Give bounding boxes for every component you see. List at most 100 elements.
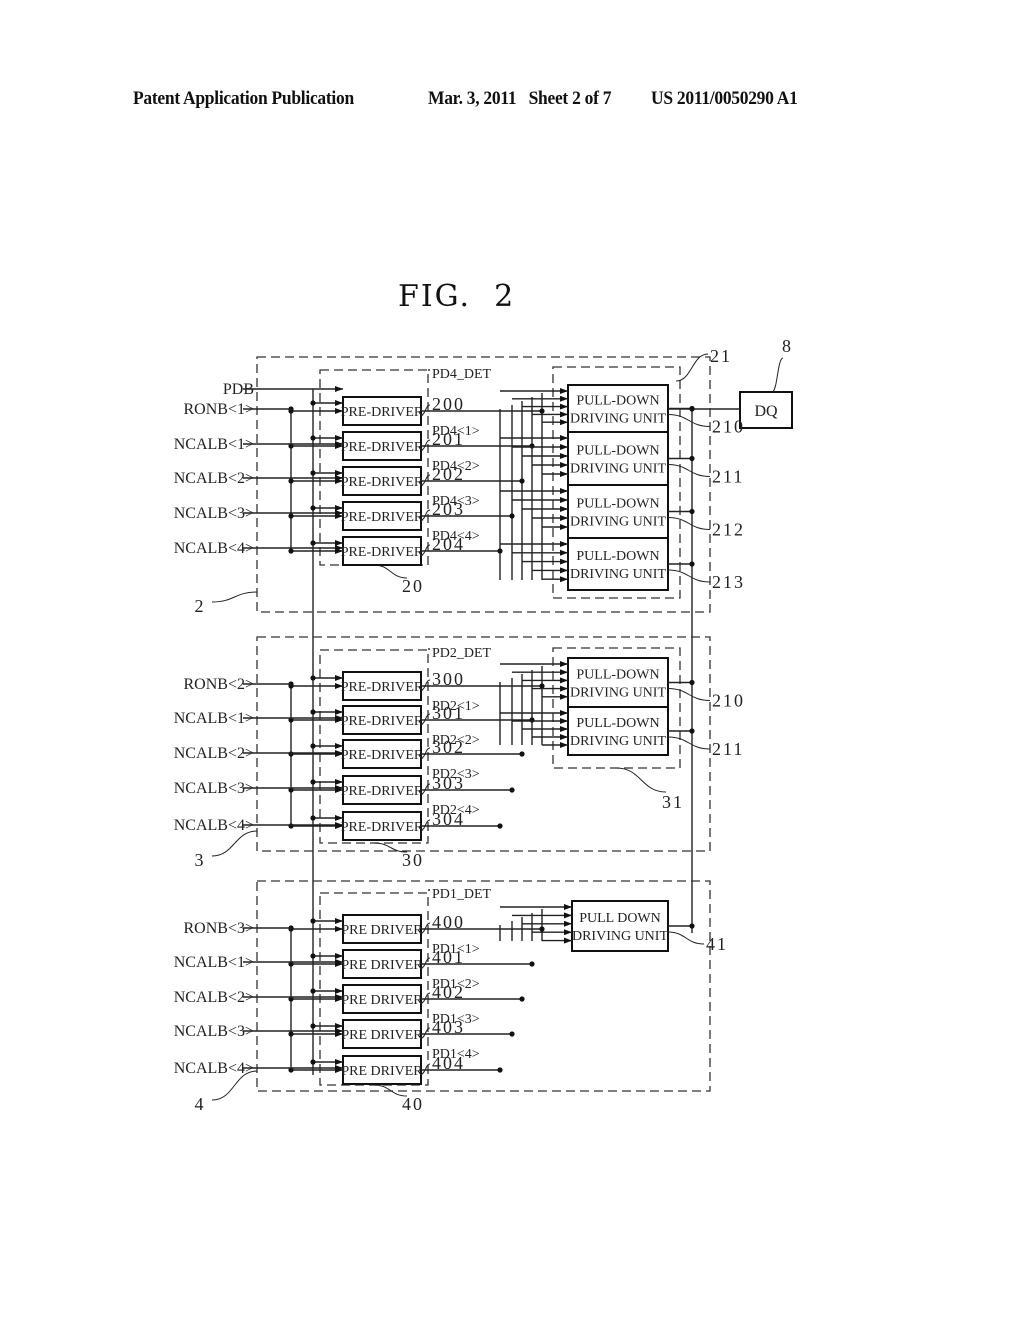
leader-pulldown <box>667 414 711 427</box>
junction-dot <box>288 1031 294 1037</box>
junction-dot <box>689 728 695 734</box>
junction-dot <box>689 508 695 515</box>
junction-dot <box>310 743 316 749</box>
ref-pulldown: 210 <box>712 417 745 437</box>
leader-pulldown-group <box>675 353 709 382</box>
input-label: NCALB<4> <box>174 1060 254 1077</box>
pulldown-label-line1: PULL-DOWN <box>576 668 659 683</box>
leader-block <box>211 830 258 857</box>
pd-signal-label: PD4<4> <box>432 529 480 544</box>
ref-predriver-group: 40 <box>402 1094 424 1114</box>
ref-pulldown: 210 <box>712 691 745 711</box>
ref-pulldown: 211 <box>712 739 744 759</box>
pulldown-label-line2: DRIVING UNIT <box>570 734 666 749</box>
junction-dot <box>689 561 695 567</box>
ref-pulldown: 212 <box>712 520 745 540</box>
predriver-label: PRE-DRIVER <box>341 680 424 695</box>
ref-pulldown-group: 21 <box>710 346 732 366</box>
input-label: NCALB<3> <box>174 780 254 797</box>
leader-pulldown-group <box>616 767 667 793</box>
figure-title: FIG. 2 <box>398 279 515 314</box>
junction-dot <box>310 1023 316 1029</box>
predriver-label: PRE DRIVER <box>341 1028 423 1043</box>
leader-pulldown <box>667 931 705 945</box>
input-label: NCALB<1> <box>174 710 254 727</box>
junction-dot <box>310 815 316 821</box>
junction-dot <box>310 953 316 959</box>
predriver-label: PRE-DRIVER <box>341 784 424 799</box>
ref-pulldown: 211 <box>712 467 744 487</box>
junction-dot <box>529 443 535 449</box>
input-label: NCALB<1> <box>174 436 254 453</box>
junction-dot <box>497 1067 503 1073</box>
predriver-label: PRE DRIVER <box>341 1064 423 1079</box>
ref-predriver-group: 30 <box>402 850 424 870</box>
junction-dot <box>689 679 695 686</box>
junction-dot <box>310 400 316 406</box>
junction-dot <box>689 923 695 929</box>
pulldown-unit-box <box>567 431 669 486</box>
ref-predriver-group: 20 <box>402 576 424 596</box>
pulldown-label-line2: DRIVING UNIT <box>570 412 666 427</box>
predriver-label: PRE-DRIVER <box>341 748 424 763</box>
predriver-label: PRE DRIVER <box>341 993 423 1008</box>
junction-dot <box>288 513 294 519</box>
det-label: PD4_DET <box>432 367 492 382</box>
pulldown-label-line1: PULL-DOWN <box>576 549 659 564</box>
junction-dot <box>288 751 294 757</box>
ref-block-3: 3 <box>195 850 206 870</box>
input-label: NCALB<2> <box>174 745 254 762</box>
junction-dot <box>310 988 316 994</box>
junction-dot <box>497 548 503 554</box>
ref-block-4: 4 <box>195 1094 206 1114</box>
input-label: NCALB<1> <box>174 954 254 971</box>
pd-signal-label: PD1<4> <box>432 1047 480 1062</box>
pulldown-unit-box <box>567 484 669 539</box>
pulldown-label-line2: DRIVING UNIT <box>570 515 666 530</box>
junction-dot <box>689 405 695 412</box>
junction-dot <box>310 470 316 476</box>
pulldown-label-line2: DRIVING UNIT <box>570 686 666 701</box>
pulldown-label-line1: PULL-DOWN <box>576 497 659 512</box>
junction-dot <box>509 513 515 519</box>
junction-dot <box>519 478 525 484</box>
pd-signal-label: PD4<2> <box>432 459 480 474</box>
dq-label: DQ <box>754 403 778 420</box>
ref-pulldown-group: 31 <box>662 792 684 812</box>
junction-dot <box>689 455 695 462</box>
pulldown-label-line1: PULL DOWN <box>579 911 661 926</box>
junction-dot <box>519 996 525 1002</box>
predriver-label: PRE DRIVER <box>341 958 423 973</box>
pulldown-label-line2: DRIVING UNIT <box>572 929 668 944</box>
junction-dot <box>310 709 316 715</box>
junction-dot <box>539 683 545 689</box>
junction-dot <box>529 961 535 967</box>
junction-dot <box>288 823 294 829</box>
leader-block <box>211 591 258 603</box>
input-label: NCALB<2> <box>174 989 254 1006</box>
junction-dot <box>497 823 503 829</box>
junction-dot <box>310 1059 316 1065</box>
pd-signal-label: PD1<1> <box>432 942 480 957</box>
junction-dot <box>529 717 535 723</box>
pd-signal-label: PD4<3> <box>432 494 480 509</box>
pd-signal-label: PD2<2> <box>432 733 480 748</box>
pulldown-unit-box <box>567 537 669 591</box>
det-label: PD1_DET <box>432 887 492 902</box>
pd-signal-label: PD2<1> <box>432 699 480 714</box>
ref-block-2: 2 <box>195 596 206 616</box>
junction-dot <box>288 926 294 932</box>
junction-dot <box>310 675 316 681</box>
pulldown-label-line2: DRIVING UNIT <box>570 567 666 582</box>
leader-pulldown <box>667 464 711 477</box>
pd-signal-label: PD1<2> <box>432 977 480 992</box>
pd-signal-label: PD2<3> <box>432 767 480 782</box>
junction-dot <box>539 926 545 932</box>
junction-dot <box>509 1031 515 1037</box>
leader-pulldown <box>667 736 711 750</box>
junction-dot <box>519 751 525 757</box>
predriver-label: PRE-DRIVER <box>341 714 424 729</box>
input-label: NCALB<3> <box>174 505 254 522</box>
leader-pulldown <box>667 517 711 530</box>
junction-dot <box>310 505 316 511</box>
